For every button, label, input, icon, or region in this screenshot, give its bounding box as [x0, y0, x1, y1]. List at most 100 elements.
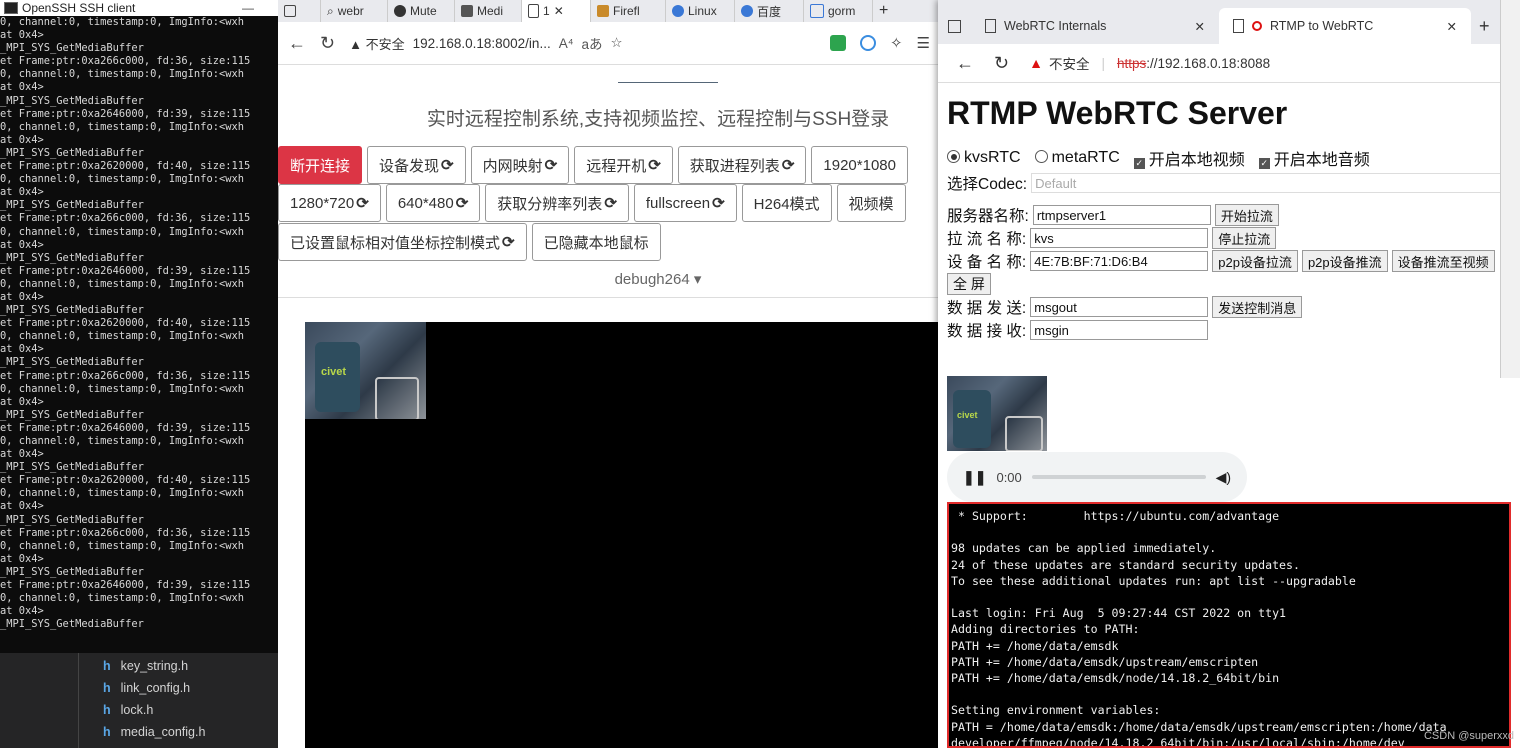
intranet-mapping-button[interactable]: 内网映射 ⟳ — [470, 146, 570, 184]
browser-tab-active[interactable]: 1 ✕ — [522, 0, 591, 22]
close-icon[interactable]: ✕ — [1195, 19, 1205, 34]
back-icon[interactable]: ← — [956, 53, 974, 74]
server-input[interactable]: rtmpserver1 — [1032, 205, 1211, 225]
video-mode-button[interactable]: 视频模 — [836, 184, 906, 222]
close-icon[interactable]: ✕ — [554, 4, 564, 18]
browser-tab[interactable]: gorm — [804, 0, 873, 22]
extension-icon[interactable] — [829, 35, 846, 51]
translate-icon[interactable]: aあ — [582, 33, 603, 53]
new-tab-button[interactable]: + — [873, 0, 894, 22]
local-audio-checkbox[interactable]: ✓ 开启本地音频 — [1258, 146, 1370, 170]
button-row-2: 1280*720 ⟳ 640*480 ⟳ 获取分辨率列表 ⟳ fullscreen ⟳ … — [278, 184, 906, 222]
send-label: 数 据 发 送: — [947, 300, 1027, 317]
tab-label: 1 — [543, 4, 550, 18]
reload-icon[interactable]: ↻ — [320, 33, 335, 54]
hide-local-mouse-button[interactable]: 已隐藏本地鼠标 — [531, 223, 661, 261]
stop-pull-button[interactable]: 停止拉流 — [1212, 227, 1277, 249]
audio-progress-track[interactable] — [1031, 475, 1206, 479]
browser-tab[interactable]: ⌕ webr — [321, 0, 388, 22]
tab-actions-button[interactable] — [938, 8, 971, 44]
browser-tab-active[interactable]: RTMP to WebRTC ✕ — [1219, 8, 1471, 44]
divider — [618, 82, 718, 83]
resolution-list-button[interactable]: 获取分辨率列表 ⟳ — [485, 184, 629, 222]
minimize-icon[interactable]: — — [242, 1, 254, 15]
favorite-star-icon[interactable]: ☆ — [611, 35, 623, 51]
reload-icon[interactable]: ↻ — [994, 53, 1009, 74]
button-label: 获取进程列表 — [689, 157, 780, 175]
checkbox-checked-icon: ✓ — [1258, 158, 1270, 169]
kvsrtc-radio[interactable]: kvsRTC — [947, 149, 1021, 167]
send-input[interactable]: msgout — [1030, 297, 1209, 317]
button-label: 获取分辨率列表 — [497, 195, 603, 213]
back-icon[interactable]: ← — [288, 33, 306, 54]
button-label: 视频模 — [848, 195, 894, 213]
device-discovery-button[interactable]: 设备发现 ⟳ — [367, 146, 466, 184]
browser-tab[interactable]: Firefl — [591, 0, 666, 22]
puzzle-icon[interactable]: ✧ — [890, 34, 903, 52]
debug-dropdown[interactable]: debugh264 ▾ — [278, 270, 1038, 288]
file-item[interactable]: h key_string.h — [103, 659, 188, 673]
p2p-pull-button[interactable]: p2p设备拉流 — [1212, 250, 1298, 272]
fullscreen-button[interactable]: fullscreen ⟳ — [633, 184, 737, 222]
new-tab-button[interactable]: + — [1471, 8, 1498, 44]
local-video-preview[interactable]: civet — [947, 376, 1047, 451]
send-control-button[interactable]: 发送控制消息 — [1212, 296, 1303, 318]
device-push-button[interactable]: 设备推流至视频 — [1391, 250, 1495, 272]
read-aloud-icon[interactable]: A⁴ — [559, 36, 574, 51]
mouse-relative-mode-button[interactable]: 已设置鼠标相对值坐标控制模式 ⟳ — [278, 223, 527, 261]
file-item[interactable]: h link_config.h — [103, 681, 190, 695]
audio-player[interactable]: ❚❚ 0:00 ◀) — [947, 452, 1247, 502]
resolution-640-button[interactable]: 640*480 ⟳ — [385, 184, 481, 222]
pause-icon[interactable]: ❚❚ — [963, 469, 986, 486]
tab-label: RTMP to WebRTC — [1270, 19, 1374, 33]
close-icon[interactable]: ✕ — [1447, 19, 1457, 34]
file-item[interactable]: h media_config.h — [103, 725, 205, 739]
favorites-icon[interactable]: ☰ — [917, 34, 930, 52]
file-item[interactable]: h lock.h — [103, 703, 153, 717]
security-warning[interactable]: 不安全 — [1049, 53, 1090, 73]
button-label: 640*480 — [397, 194, 454, 212]
remote-wake-button[interactable]: 远程开机 ⟳ — [574, 146, 673, 184]
device-row: 设 备 名 称: 4E:7B:BF:71:D6:B4 p2p设备拉流 p2p设备… — [947, 250, 1520, 272]
start-pull-button[interactable]: 开始拉流 — [1214, 204, 1279, 226]
fullscreen-button[interactable]: 全 屏 — [947, 273, 991, 295]
remote-terminal-view[interactable]: * Support: https://ubuntu.com/advantage … — [947, 502, 1511, 748]
receive-row: 数 据 接 收: msgin — [947, 319, 1520, 341]
doc-icon — [810, 4, 824, 18]
resolution-1280-button[interactable]: 1280*720 ⟳ — [278, 184, 381, 222]
receive-input[interactable]: msgin — [1030, 320, 1209, 340]
tab-label: gorm — [828, 4, 856, 18]
page-icon — [985, 19, 996, 33]
browser-tab[interactable]: Medi — [455, 0, 522, 22]
address-bar-row: ← ↻ ▲ 不安全 192.168.0.18:8002/in... A⁴ aあ … — [278, 22, 940, 65]
radio-selected-icon — [947, 150, 960, 163]
remote-video-view[interactable]: civet — [305, 322, 945, 748]
resolution-1920-button[interactable]: 1920*1080 — [811, 146, 908, 184]
browser-tab[interactable]: Linux — [666, 0, 735, 22]
equipment-figure — [1005, 416, 1043, 451]
browser-tab[interactable]: Mute — [388, 0, 455, 22]
metartc-radio[interactable]: metaRTC — [1034, 149, 1120, 167]
volume-icon[interactable]: ◀) — [1216, 469, 1231, 486]
local-video-checkbox[interactable]: ✓ 开启本地视频 — [1133, 146, 1245, 170]
refresh-icon: ⟳ — [781, 157, 795, 174]
tab-actions-button[interactable] — [278, 0, 321, 22]
address-field[interactable]: ▲ 不安全 | https://192.168.0.18:8088 — [1029, 53, 1270, 73]
p2p-push-button[interactable]: p2p设备推流 — [1301, 250, 1388, 272]
h264-mode-button[interactable]: H264模式 — [741, 184, 832, 222]
extension-icon[interactable] — [859, 35, 876, 51]
file-name: link_config.h — [120, 681, 191, 695]
stream-input[interactable]: kvs — [1030, 228, 1209, 248]
disconnect-button[interactable]: 断开连接 — [278, 146, 363, 184]
ssh-terminal-output[interactable]: 0, channel:0, timestamp:0, ImgInfo:<wxh … — [0, 16, 278, 652]
tab-actions-icon — [948, 19, 961, 33]
process-list-button[interactable]: 获取进程列表 ⟳ — [677, 146, 807, 184]
security-warning[interactable]: ▲ 不安全 — [349, 34, 404, 53]
browser-tab[interactable]: WebRTC Internals ✕ — [971, 8, 1219, 44]
address-field[interactable]: ▲ 不安全 192.168.0.18:8002/in... A⁴ aあ ☆ — [349, 33, 816, 53]
codec-select[interactable]: Default — [1031, 173, 1510, 193]
device-input[interactable]: 4E:7B:BF:71:D6:B4 — [1030, 251, 1209, 271]
button-label: 断开连接 — [290, 157, 351, 175]
browser-tab[interactable]: 百度 — [735, 0, 804, 22]
radio-label: kvsRTC — [964, 149, 1021, 166]
